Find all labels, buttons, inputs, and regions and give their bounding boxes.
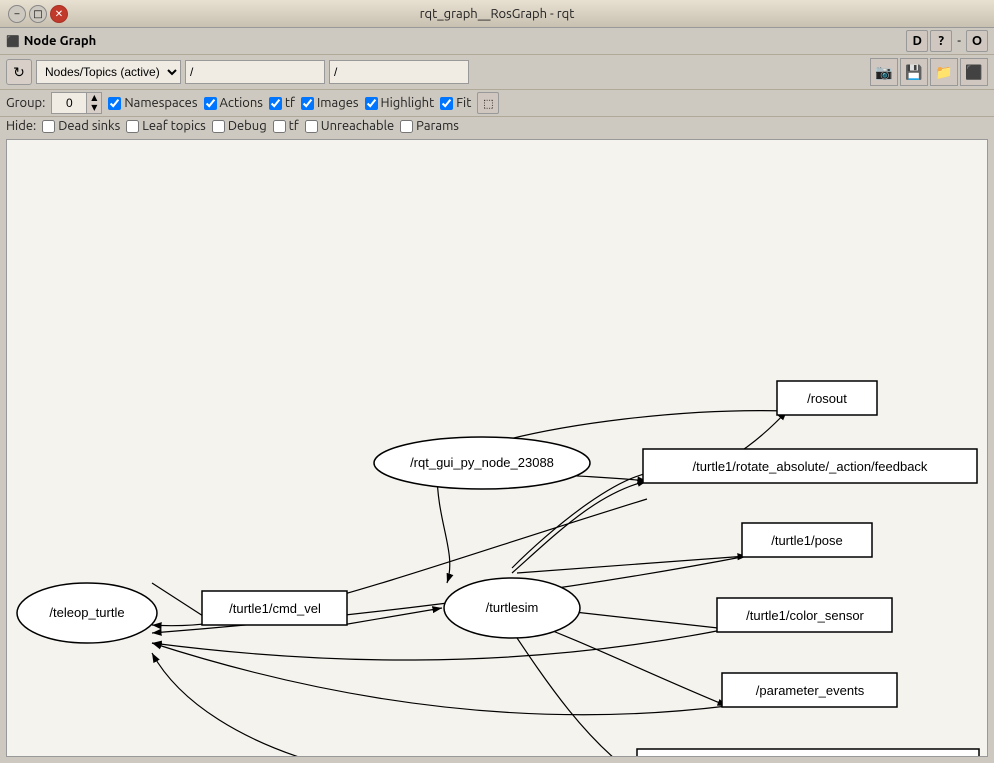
namespaces-checkbox[interactable]	[108, 97, 121, 110]
main-window: ⬛ Node Graph D ? - O ↻ Nodes/Topics (act…	[0, 28, 994, 763]
highlight-checkbox-group: Highlight	[365, 96, 435, 110]
svg-text:/rosout: /rosout	[807, 391, 847, 406]
group-label: Group:	[6, 96, 45, 110]
minimize-button[interactable]: –	[8, 5, 26, 23]
svg-text:/turtle1/rotate_absolute/_acti: /turtle1/rotate_absolute/_action/feedbac…	[693, 459, 928, 474]
group-down-button[interactable]: ▼	[87, 103, 101, 113]
toolbar-row3: Hide: Dead sinks Leaf topics Debug tf Un…	[0, 117, 994, 135]
svg-text:/teleop_turtle: /teleop_turtle	[49, 605, 124, 620]
tf-checkbox-group: tf	[269, 96, 295, 110]
highlight-checkbox[interactable]	[365, 97, 378, 110]
save-icon-btn[interactable]: 💾	[900, 58, 928, 86]
svg-text:/parameter_events: /parameter_events	[756, 683, 865, 698]
debug-label: Debug	[228, 119, 267, 133]
svg-text:/rqt_gui_py_node_23088: /rqt_gui_py_node_23088	[410, 455, 554, 470]
plugin-icon: ⬛	[6, 35, 20, 48]
leaf-topics-checkbox[interactable]	[126, 120, 139, 133]
hide-tf-group: tf	[273, 119, 299, 133]
params-checkbox[interactable]	[400, 120, 413, 133]
right-icon-group: 📷 💾 📁 ⬛	[870, 58, 988, 86]
refresh-button[interactable]: ↻	[6, 59, 32, 85]
help-question-button[interactable]: ?	[930, 30, 952, 52]
images-label: Images	[317, 96, 359, 110]
namespaces-checkbox-group: Namespaces	[108, 96, 197, 110]
dead-sinks-group: Dead sinks	[42, 119, 120, 133]
graph-canvas[interactable]: /teleop_turtle /turtlesim /rqt_gui_py_no…	[6, 139, 988, 757]
group-spinner: ▲ ▼	[51, 92, 102, 114]
params-label: Params	[416, 119, 459, 133]
close-button[interactable]: ✕	[50, 5, 68, 23]
actions-checkbox[interactable]	[204, 97, 217, 110]
svg-text:/turtle1/pose: /turtle1/pose	[771, 533, 843, 548]
hide-tf-checkbox[interactable]	[273, 120, 286, 133]
svg-text:/turtlesim: /turtlesim	[486, 600, 539, 615]
toolbar-row2: Group: ▲ ▼ Namespaces Actions tf Images …	[0, 90, 994, 117]
dead-sinks-checkbox[interactable]	[42, 120, 55, 133]
filter2-input[interactable]	[329, 60, 469, 84]
svg-text:/turtle1/color_sensor: /turtle1/color_sensor	[746, 608, 864, 623]
highlight-label: Highlight	[381, 96, 435, 110]
leaf-topics-label: Leaf topics	[142, 119, 206, 133]
plugin-header: ⬛ Node Graph D ? - O	[0, 28, 994, 55]
hide-tf-label: tf	[289, 119, 299, 133]
hide-label: Hide:	[6, 119, 36, 133]
debug-checkbox[interactable]	[212, 120, 225, 133]
tf-label: tf	[285, 96, 295, 110]
dash-separator: -	[954, 34, 964, 48]
screenshot-icon-btn[interactable]: 📷	[870, 58, 898, 86]
unreachable-checkbox[interactable]	[305, 120, 318, 133]
images-checkbox[interactable]	[301, 97, 314, 110]
stop-icon-btn[interactable]: ⬛	[960, 58, 988, 86]
debug-group: Debug	[212, 119, 267, 133]
namespaces-label: Namespaces	[124, 96, 197, 110]
node-action-status[interactable]	[637, 749, 979, 756]
params-group: Params	[400, 119, 459, 133]
actions-checkbox-group: Actions	[204, 96, 263, 110]
actions-label: Actions	[220, 96, 263, 110]
maximize-button[interactable]: □	[29, 5, 47, 23]
o-button[interactable]: O	[966, 30, 988, 52]
unreachable-label: Unreachable	[321, 119, 394, 133]
graph-svg: /teleop_turtle /turtlesim /rqt_gui_py_no…	[7, 140, 987, 756]
svg-text:/turtle1/cmd_vel: /turtle1/cmd_vel	[229, 601, 321, 616]
fit-checkbox[interactable]	[440, 97, 453, 110]
dead-sinks-label: Dead sinks	[58, 119, 120, 133]
group-value-input[interactable]	[51, 92, 87, 114]
group-up-button[interactable]: ▲	[87, 93, 101, 103]
plugin-title: Node Graph	[24, 34, 97, 48]
help-d-button[interactable]: D	[906, 30, 928, 52]
images-checkbox-group: Images	[301, 96, 359, 110]
filter1-input[interactable]	[185, 60, 325, 84]
fit-checkbox-group: Fit	[440, 96, 471, 110]
fit-view-button[interactable]: ⬚	[477, 92, 499, 114]
folder-icon-btn[interactable]: 📁	[930, 58, 958, 86]
view-mode-dropdown[interactable]: Nodes/Topics (active) Nodes only Topics …	[36, 60, 181, 84]
unreachable-group: Unreachable	[305, 119, 394, 133]
toolbar-row1: ↻ Nodes/Topics (active) Nodes only Topic…	[0, 55, 994, 90]
tf-checkbox[interactable]	[269, 97, 282, 110]
leaf-topics-group: Leaf topics	[126, 119, 206, 133]
title-bar: – □ ✕ rqt_graph__RosGraph - rqt	[0, 0, 994, 28]
window-title: rqt_graph__RosGraph - rqt	[68, 7, 926, 21]
fit-label: Fit	[456, 96, 471, 110]
